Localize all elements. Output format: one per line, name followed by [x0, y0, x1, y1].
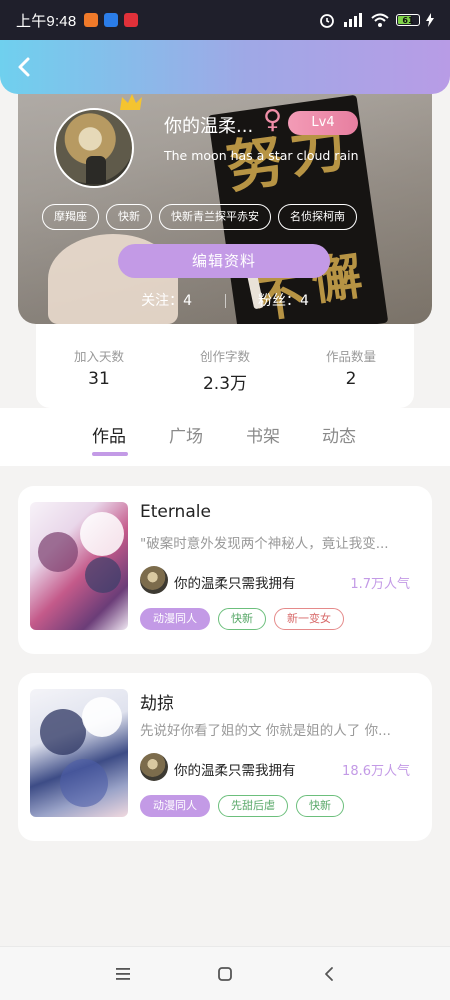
- work-tag[interactable]: 动漫同人: [140, 795, 210, 817]
- home-icon: [218, 967, 232, 981]
- tab-activity[interactable]: 动态: [322, 422, 356, 447]
- charging-icon: [426, 13, 434, 27]
- stats-panel: 加入天数 31 创作字数 2.3万 作品数量 2: [36, 322, 414, 408]
- back-icon: [325, 967, 333, 981]
- stat-label: 作品数量: [325, 349, 376, 364]
- tab-bookshelf[interactable]: 书架: [246, 422, 280, 447]
- home-button[interactable]: [212, 961, 238, 987]
- female-icon: ♀: [263, 105, 283, 135]
- author-avatar[interactable]: [140, 753, 168, 781]
- work-title: 劫掠: [140, 694, 174, 714]
- profile-tags: 摩羯座 快新 快新青兰探平赤安 名侦探柯南: [42, 204, 357, 230]
- status-bar: 上午9:48 61: [0, 0, 450, 40]
- header-bar: [0, 40, 450, 94]
- signal-icon: [344, 13, 362, 27]
- followers-count[interactable]: 粉丝：4: [258, 293, 309, 309]
- alarm-icon: [320, 14, 334, 28]
- stat-join-days: 加入天数 31: [36, 322, 162, 408]
- app-notification-icon: [84, 13, 99, 27]
- battery-level: 61: [402, 15, 414, 25]
- profile-tag[interactable]: 快新青兰探平赤安: [159, 204, 271, 230]
- stat-label: 创作字数: [199, 349, 250, 364]
- back-button[interactable]: [10, 52, 40, 82]
- stat-value: 31: [88, 369, 110, 389]
- tab-works[interactable]: 作品: [92, 422, 126, 447]
- work-description: 先说好你看了姐的文 你就是姐的人了 你...: [140, 723, 391, 739]
- work-tag[interactable]: 快新: [296, 795, 344, 817]
- stat-works-count: 作品数量 2: [288, 322, 414, 408]
- work-card[interactable]: 劫掠 先说好你看了姐的文 你就是姐的人了 你... 你的温柔只需我拥有 18.6…: [18, 673, 432, 841]
- work-tag[interactable]: 快新: [218, 608, 266, 630]
- edit-profile-button[interactable]: 编辑资料: [118, 244, 330, 278]
- stat-value: 2.3万: [202, 374, 248, 394]
- nav-back-button[interactable]: [316, 961, 342, 987]
- profile-tag[interactable]: 名侦探柯南: [278, 204, 357, 230]
- author-name[interactable]: 你的温柔只需我拥有: [174, 759, 296, 779]
- work-popularity: 1.7万人气: [350, 577, 410, 592]
- username: 你的温柔...: [164, 116, 254, 137]
- level-badge: Lv4: [288, 111, 358, 135]
- profile-banner: 努 力 不 懈 你的温柔... ♀ Lv4 The moon has a sta…: [18, 84, 432, 324]
- work-tags: 动漫同人 快新 新一变女: [140, 608, 344, 630]
- follow-stats: 关注：4 粉丝：4: [18, 290, 432, 310]
- profile-avatar[interactable]: [54, 108, 134, 188]
- author-avatar[interactable]: [140, 566, 168, 594]
- tab-bar: 作品 广场 书架 动态: [0, 408, 450, 466]
- work-popularity: 18.6万人气: [342, 764, 410, 779]
- author-name[interactable]: 你的温柔只需我拥有: [174, 572, 296, 592]
- stat-value: 2: [345, 369, 357, 389]
- app-notification-icon: [104, 13, 119, 27]
- menu-button[interactable]: [110, 961, 136, 987]
- status-time: 上午9:48: [16, 12, 77, 30]
- crown-icon: [120, 94, 142, 110]
- app-notification-icon: [124, 13, 139, 27]
- work-card[interactable]: Eternale "破案时意外发现两个神秘人，竟让我变... 你的温柔只需我拥有…: [18, 486, 432, 654]
- work-cover-image[interactable]: [30, 689, 128, 817]
- chevron-left-icon: [18, 57, 30, 77]
- following-count[interactable]: 关注：4: [141, 293, 192, 309]
- stat-label: 加入天数: [73, 349, 124, 364]
- battery-icon: 61: [396, 14, 420, 26]
- tab-indicator: [92, 452, 128, 456]
- divider: [224, 294, 226, 308]
- profile-tag[interactable]: 摩羯座: [42, 204, 99, 230]
- work-tag[interactable]: 新一变女: [274, 608, 344, 630]
- work-cover-image[interactable]: [30, 502, 128, 630]
- menu-icon: [116, 968, 130, 980]
- profile-signature: The moon has a star cloud rain: [164, 148, 359, 163]
- work-tag[interactable]: 动漫同人: [140, 608, 210, 630]
- work-tags: 动漫同人 先甜后虐 快新: [140, 795, 344, 817]
- stat-word-count: 创作字数 2.3万: [162, 322, 288, 408]
- work-description: "破案时意外发现两个神秘人，竟让我变...: [140, 536, 389, 552]
- tab-square[interactable]: 广场: [169, 422, 203, 447]
- profile-tag[interactable]: 快新: [106, 204, 152, 230]
- system-nav-bar: [0, 946, 450, 1000]
- wifi-icon: [371, 13, 389, 27]
- work-title: Eternale: [140, 502, 211, 522]
- work-tag[interactable]: 先甜后虐: [218, 795, 288, 817]
